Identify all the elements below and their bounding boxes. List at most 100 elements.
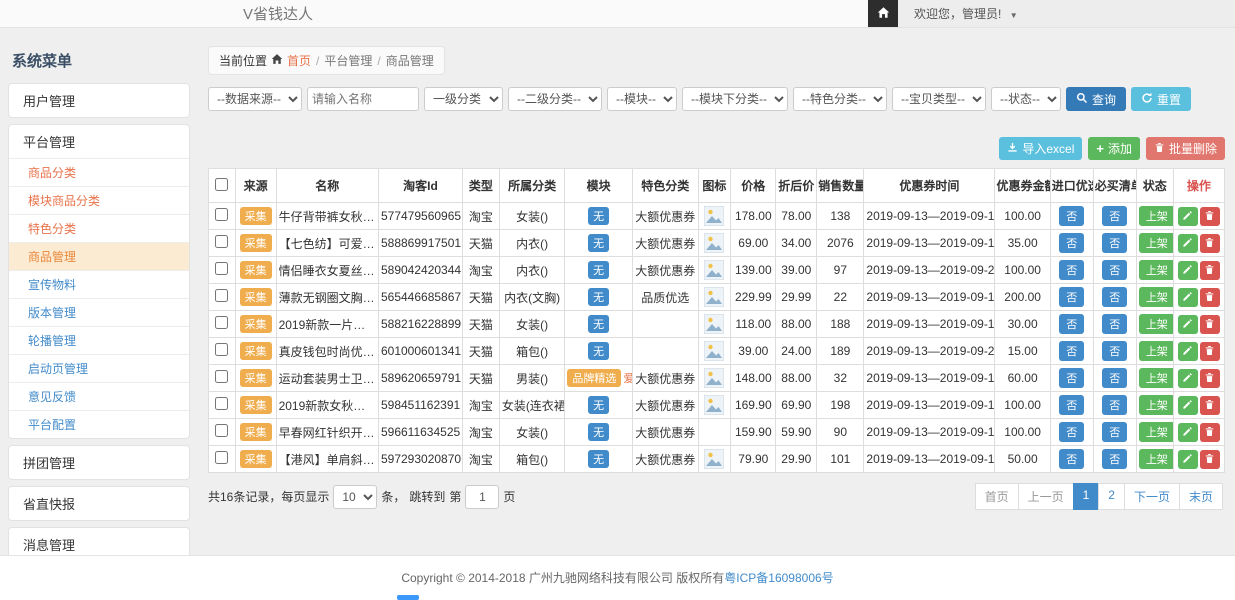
- sidebar-item-0[interactable]: 用户管理: [9, 84, 189, 117]
- must-buy-toggle[interactable]: 否: [1102, 341, 1127, 361]
- edit-button[interactable]: [1178, 207, 1198, 226]
- sidebar-subitem-2[interactable]: 特色分类: [9, 214, 189, 242]
- edit-button[interactable]: [1178, 342, 1198, 361]
- batch-delete-button[interactable]: 批量删除: [1146, 137, 1225, 160]
- sidebar-subitem-9[interactable]: 平台配置: [9, 410, 189, 438]
- edit-button[interactable]: [1178, 315, 1198, 334]
- name-search-input[interactable]: [307, 87, 419, 111]
- delete-button[interactable]: [1200, 423, 1220, 442]
- delete-button[interactable]: [1200, 288, 1220, 307]
- filter-select-5[interactable]: --模块下分类--: [682, 87, 788, 111]
- sidebar-subitem-7[interactable]: 启动页管理: [9, 354, 189, 382]
- sidebar-item-3[interactable]: 省直快报: [9, 487, 189, 520]
- import-optimal-toggle[interactable]: 否: [1059, 206, 1084, 226]
- import-optimal-toggle[interactable]: 否: [1059, 449, 1084, 469]
- sidebar-item-2[interactable]: 拼团管理: [9, 446, 189, 479]
- sidebar-item-1[interactable]: 平台管理: [9, 125, 189, 158]
- row-checkbox[interactable]: [215, 451, 228, 464]
- page-link-5[interactable]: 末页: [1179, 483, 1223, 510]
- sidebar-subitem-0[interactable]: 商品分类: [9, 158, 189, 186]
- status-button[interactable]: 上架: [1139, 395, 1173, 415]
- status-button[interactable]: 上架: [1139, 314, 1173, 334]
- page-link-3[interactable]: 2: [1098, 483, 1125, 510]
- row-checkbox[interactable]: [215, 370, 228, 383]
- must-buy-toggle[interactable]: 否: [1102, 314, 1127, 334]
- row-checkbox[interactable]: [215, 235, 228, 248]
- filter-select-2[interactable]: 一级分类: [424, 87, 503, 111]
- must-buy-toggle[interactable]: 否: [1102, 233, 1127, 253]
- delete-button[interactable]: [1200, 396, 1220, 415]
- delete-button[interactable]: [1200, 315, 1220, 334]
- search-button[interactable]: 查询: [1066, 87, 1126, 111]
- filter-select-0[interactable]: --数据来源--: [208, 87, 302, 111]
- status-button[interactable]: 上架: [1139, 422, 1173, 442]
- delete-button[interactable]: [1200, 261, 1220, 280]
- reset-button[interactable]: 重置: [1131, 87, 1191, 111]
- status-button[interactable]: 上架: [1139, 233, 1173, 253]
- jump-page-input[interactable]: [465, 485, 499, 509]
- must-buy-toggle[interactable]: 否: [1102, 395, 1127, 415]
- must-buy-toggle[interactable]: 否: [1102, 260, 1127, 280]
- filter-select-7[interactable]: --宝贝类型--: [892, 87, 986, 111]
- sidebar-subitem-4[interactable]: 宣传物料: [9, 270, 189, 298]
- import-optimal-toggle[interactable]: 否: [1059, 314, 1084, 334]
- page-link-0[interactable]: 首页: [975, 483, 1019, 510]
- edit-button[interactable]: [1178, 450, 1198, 469]
- page-link-1[interactable]: 上一页: [1018, 483, 1074, 510]
- filter-select-6[interactable]: --特色分类--: [793, 87, 887, 111]
- filter-select-8[interactable]: --状态--: [991, 87, 1061, 111]
- edit-button[interactable]: [1178, 396, 1198, 415]
- delete-button[interactable]: [1200, 207, 1220, 226]
- import-optimal-toggle[interactable]: 否: [1059, 422, 1084, 442]
- edit-button[interactable]: [1178, 234, 1198, 253]
- must-buy-toggle[interactable]: 否: [1102, 449, 1127, 469]
- sidebar-subitem-8[interactable]: 意见反馈: [9, 382, 189, 410]
- sidebar-subitem-6[interactable]: 轮播管理: [9, 326, 189, 354]
- horizontal-scrollbar-thumb[interactable]: [397, 595, 419, 600]
- row-checkbox[interactable]: [215, 343, 228, 356]
- per-page-select[interactable]: 10: [333, 485, 377, 509]
- page-link-4[interactable]: 下一页: [1124, 483, 1180, 510]
- row-checkbox[interactable]: [215, 316, 228, 329]
- breadcrumb-home-link[interactable]: 首页: [287, 52, 311, 69]
- import-optimal-toggle[interactable]: 否: [1059, 341, 1084, 361]
- row-checkbox[interactable]: [215, 424, 228, 437]
- filter-select-3[interactable]: --二级分类--: [508, 87, 602, 111]
- row-checkbox[interactable]: [215, 397, 228, 410]
- select-all-checkbox[interactable]: [215, 178, 228, 191]
- icp-link[interactable]: 粤ICP备16098006号: [724, 571, 833, 585]
- status-button[interactable]: 上架: [1139, 449, 1173, 469]
- row-checkbox[interactable]: [215, 208, 228, 221]
- edit-button[interactable]: [1178, 288, 1198, 307]
- status-button[interactable]: 上架: [1139, 260, 1173, 280]
- row-checkbox[interactable]: [215, 262, 228, 275]
- import-optimal-toggle[interactable]: 否: [1059, 395, 1084, 415]
- import-optimal-toggle[interactable]: 否: [1059, 287, 1084, 307]
- delete-button[interactable]: [1200, 234, 1220, 253]
- status-button[interactable]: 上架: [1139, 341, 1173, 361]
- must-buy-toggle[interactable]: 否: [1102, 287, 1127, 307]
- sidebar-subitem-1[interactable]: 模块商品分类: [9, 186, 189, 214]
- must-buy-toggle[interactable]: 否: [1102, 422, 1127, 442]
- add-button[interactable]: + 添加: [1088, 137, 1140, 160]
- sidebar-item-4[interactable]: 消息管理: [9, 528, 189, 555]
- sidebar-subitem-5[interactable]: 版本管理: [9, 298, 189, 326]
- import-optimal-toggle[interactable]: 否: [1059, 233, 1084, 253]
- welcome-menu[interactable]: 欢迎您，管理员! ▼: [898, 5, 1018, 22]
- delete-button[interactable]: [1200, 342, 1220, 361]
- delete-button[interactable]: [1200, 369, 1220, 388]
- status-button[interactable]: 上架: [1139, 287, 1173, 307]
- delete-button[interactable]: [1200, 450, 1220, 469]
- filter-select-4[interactable]: --模块--: [607, 87, 677, 111]
- edit-button[interactable]: [1178, 369, 1198, 388]
- home-button[interactable]: [868, 0, 898, 27]
- must-buy-toggle[interactable]: 否: [1102, 368, 1127, 388]
- row-checkbox[interactable]: [215, 289, 228, 302]
- must-buy-toggle[interactable]: 否: [1102, 206, 1127, 226]
- edit-button[interactable]: [1178, 423, 1198, 442]
- edit-button[interactable]: [1178, 261, 1198, 280]
- page-link-2[interactable]: 1: [1073, 483, 1100, 510]
- import-optimal-toggle[interactable]: 否: [1059, 368, 1084, 388]
- status-button[interactable]: 上架: [1139, 368, 1173, 388]
- status-button[interactable]: 上架: [1139, 206, 1173, 226]
